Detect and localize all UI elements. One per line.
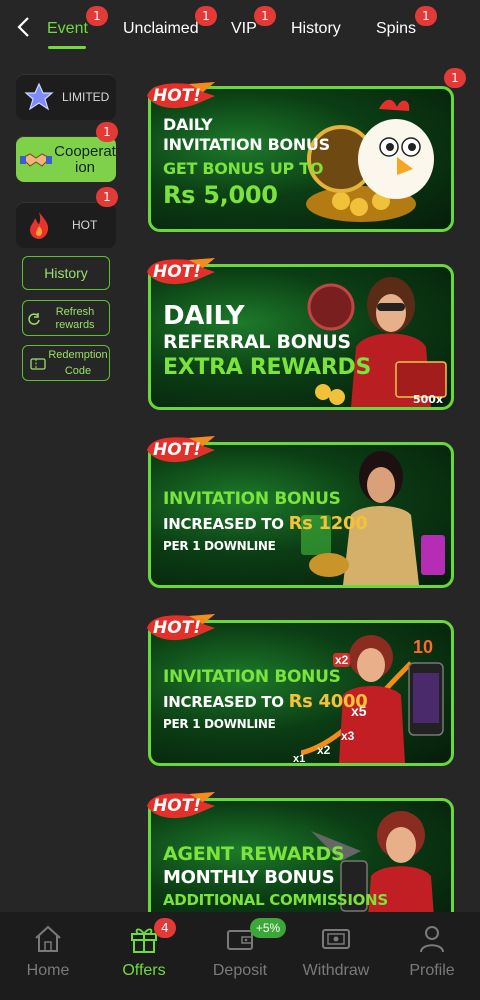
chicken-illustration: [301, 89, 451, 229]
banner2-line3: EXTRA REWARDS: [163, 355, 372, 380]
nav-home-label: Home: [26, 962, 70, 979]
hot-tag: HOT!: [145, 78, 217, 114]
sidebar-item-label: HOT: [72, 218, 98, 232]
tab-event[interactable]: Event: [47, 20, 88, 38]
tab-event-label: Event: [47, 20, 88, 37]
nav-home[interactable]: Home: [0, 912, 96, 1000]
nav-offers[interactable]: Offers: [96, 912, 192, 1000]
hot-tag: HOT!: [145, 254, 217, 290]
nav-profile-label: Profile: [409, 962, 455, 979]
hot-tag-text: HOT!: [153, 618, 202, 638]
banner1-line1: DAILY: [163, 115, 213, 134]
banner3-line1: INVITATION BONUS: [163, 489, 341, 509]
history-button-label: History: [44, 265, 88, 281]
tab-unclaimed[interactable]: Unclaimed: [123, 20, 199, 38]
redemption-line2: Code: [64, 365, 92, 377]
sidebar-item-hot[interactable]: HOT: [16, 202, 116, 248]
deposit-bonus-badge: +5%: [250, 918, 286, 938]
tab-history[interactable]: History: [291, 20, 341, 38]
tab-unclaimed-badge: 1: [195, 6, 217, 26]
top-tab-bar: Event 1 Unclaimed 1 VIP 1 History Spins …: [0, 0, 480, 56]
sidebar-hot-badge: 1: [96, 187, 118, 207]
nav-withdraw[interactable]: Withdraw: [288, 912, 384, 1000]
ticket-icon: [30, 357, 46, 370]
multiplier-x3: x3: [341, 729, 355, 743]
banner5-line2: MONTHLY BONUS: [163, 867, 335, 888]
multiplier-x2-top: x2: [333, 653, 351, 667]
tab-vip[interactable]: VIP: [231, 20, 257, 38]
hot-tag: HOT!: [145, 788, 217, 824]
hot-tag-text: HOT!: [153, 440, 202, 460]
tab-vip-label: VIP: [231, 20, 257, 37]
hot-tag-text: HOT!: [153, 796, 202, 816]
tab-event-badge: 1: [86, 6, 108, 26]
hot-tag: HOT!: [145, 432, 217, 468]
hot-tag-text: HOT!: [153, 86, 202, 106]
nav-profile[interactable]: Profile: [384, 912, 480, 1000]
hot-tag-text: HOT!: [153, 262, 202, 282]
sidebar-item-cooperation[interactable]: Cooperation: [16, 136, 116, 182]
sidebar-item-limited[interactable]: LIMITED: [16, 74, 116, 120]
refresh-icon: [27, 312, 41, 326]
redemption-code-button[interactable]: Redemption Code: [22, 345, 110, 381]
banner3-line2-prefix: INCREASED TO: [163, 515, 289, 533]
nav-offers-label: Offers: [122, 962, 166, 979]
banner4-amount: Rs 4000: [288, 691, 368, 712]
active-tab-indicator: [48, 46, 86, 49]
banner5-line1: AGENT REWARDS: [163, 843, 345, 865]
person-icon: [417, 924, 447, 954]
banner3-amount: Rs 1200: [288, 513, 368, 534]
multiplier-x2-bottom: x2: [317, 743, 331, 757]
home-icon: [33, 924, 63, 954]
banner1-badge: 1: [444, 68, 466, 88]
banner4-line2: INCREASED TO Rs 4000: [163, 691, 368, 712]
bottom-navigation: Home Offers Deposit Withdraw Profile: [0, 912, 480, 1000]
refresh-rewards-button[interactable]: Refresh rewards: [22, 300, 110, 336]
history-button[interactable]: History: [22, 256, 110, 290]
refresh-line1: Refresh: [55, 306, 95, 318]
banner4-line2-prefix: INCREASED TO: [163, 693, 289, 711]
tab-vip-badge: 1: [254, 6, 276, 26]
refresh-line2: rewards: [55, 319, 95, 331]
tab-spins-label: Spins: [376, 20, 417, 37]
back-arrow-icon[interactable]: [14, 14, 36, 40]
banner3-line3: PER 1 DOWNLINE: [163, 539, 276, 553]
multiplier-10: 10: [413, 637, 434, 657]
banner4-line1: INVITATION BONUS: [163, 667, 341, 687]
tab-spins-badge: 1: [415, 6, 437, 26]
nav-withdraw-label: Withdraw: [302, 962, 370, 979]
banner2-line1: DAILY: [163, 301, 245, 331]
hot-tag: HOT!: [145, 610, 217, 646]
handshake-icon: [20, 144, 52, 174]
cash-icon: [321, 924, 351, 954]
sidebar-item-label: LIMITED: [62, 90, 110, 104]
sidebar-cooperation-badge: 1: [96, 122, 118, 142]
banner4-line3: PER 1 DOWNLINE: [163, 717, 276, 731]
banner5-line3: ADDITIONAL COMMISSIONS: [163, 891, 388, 909]
offers-badge: 4: [154, 918, 176, 938]
nav-deposit-label: Deposit: [212, 962, 268, 979]
banner3-line2: INCREASED TO Rs 1200: [163, 513, 368, 534]
flame-icon: [24, 210, 54, 240]
redemption-line1: Redemption: [48, 349, 108, 361]
star-icon: [24, 82, 54, 112]
multiplier-label: 500x: [412, 393, 443, 406]
banner1-amount: Rs 5,000: [163, 181, 278, 209]
sidebar-item-label: Cooperation: [54, 143, 116, 176]
tab-history-label: History: [291, 20, 341, 37]
multiplier-x1: x1: [293, 753, 306, 765]
tab-unclaimed-label: Unclaimed: [123, 20, 199, 37]
banner2-line2: REFERRAL BONUS: [163, 331, 351, 353]
banner1-line3: GET BONUS UP TO: [163, 159, 324, 178]
tab-spins[interactable]: Spins: [376, 20, 416, 38]
banner1-line2: INVITATION BONUS: [163, 135, 330, 154]
